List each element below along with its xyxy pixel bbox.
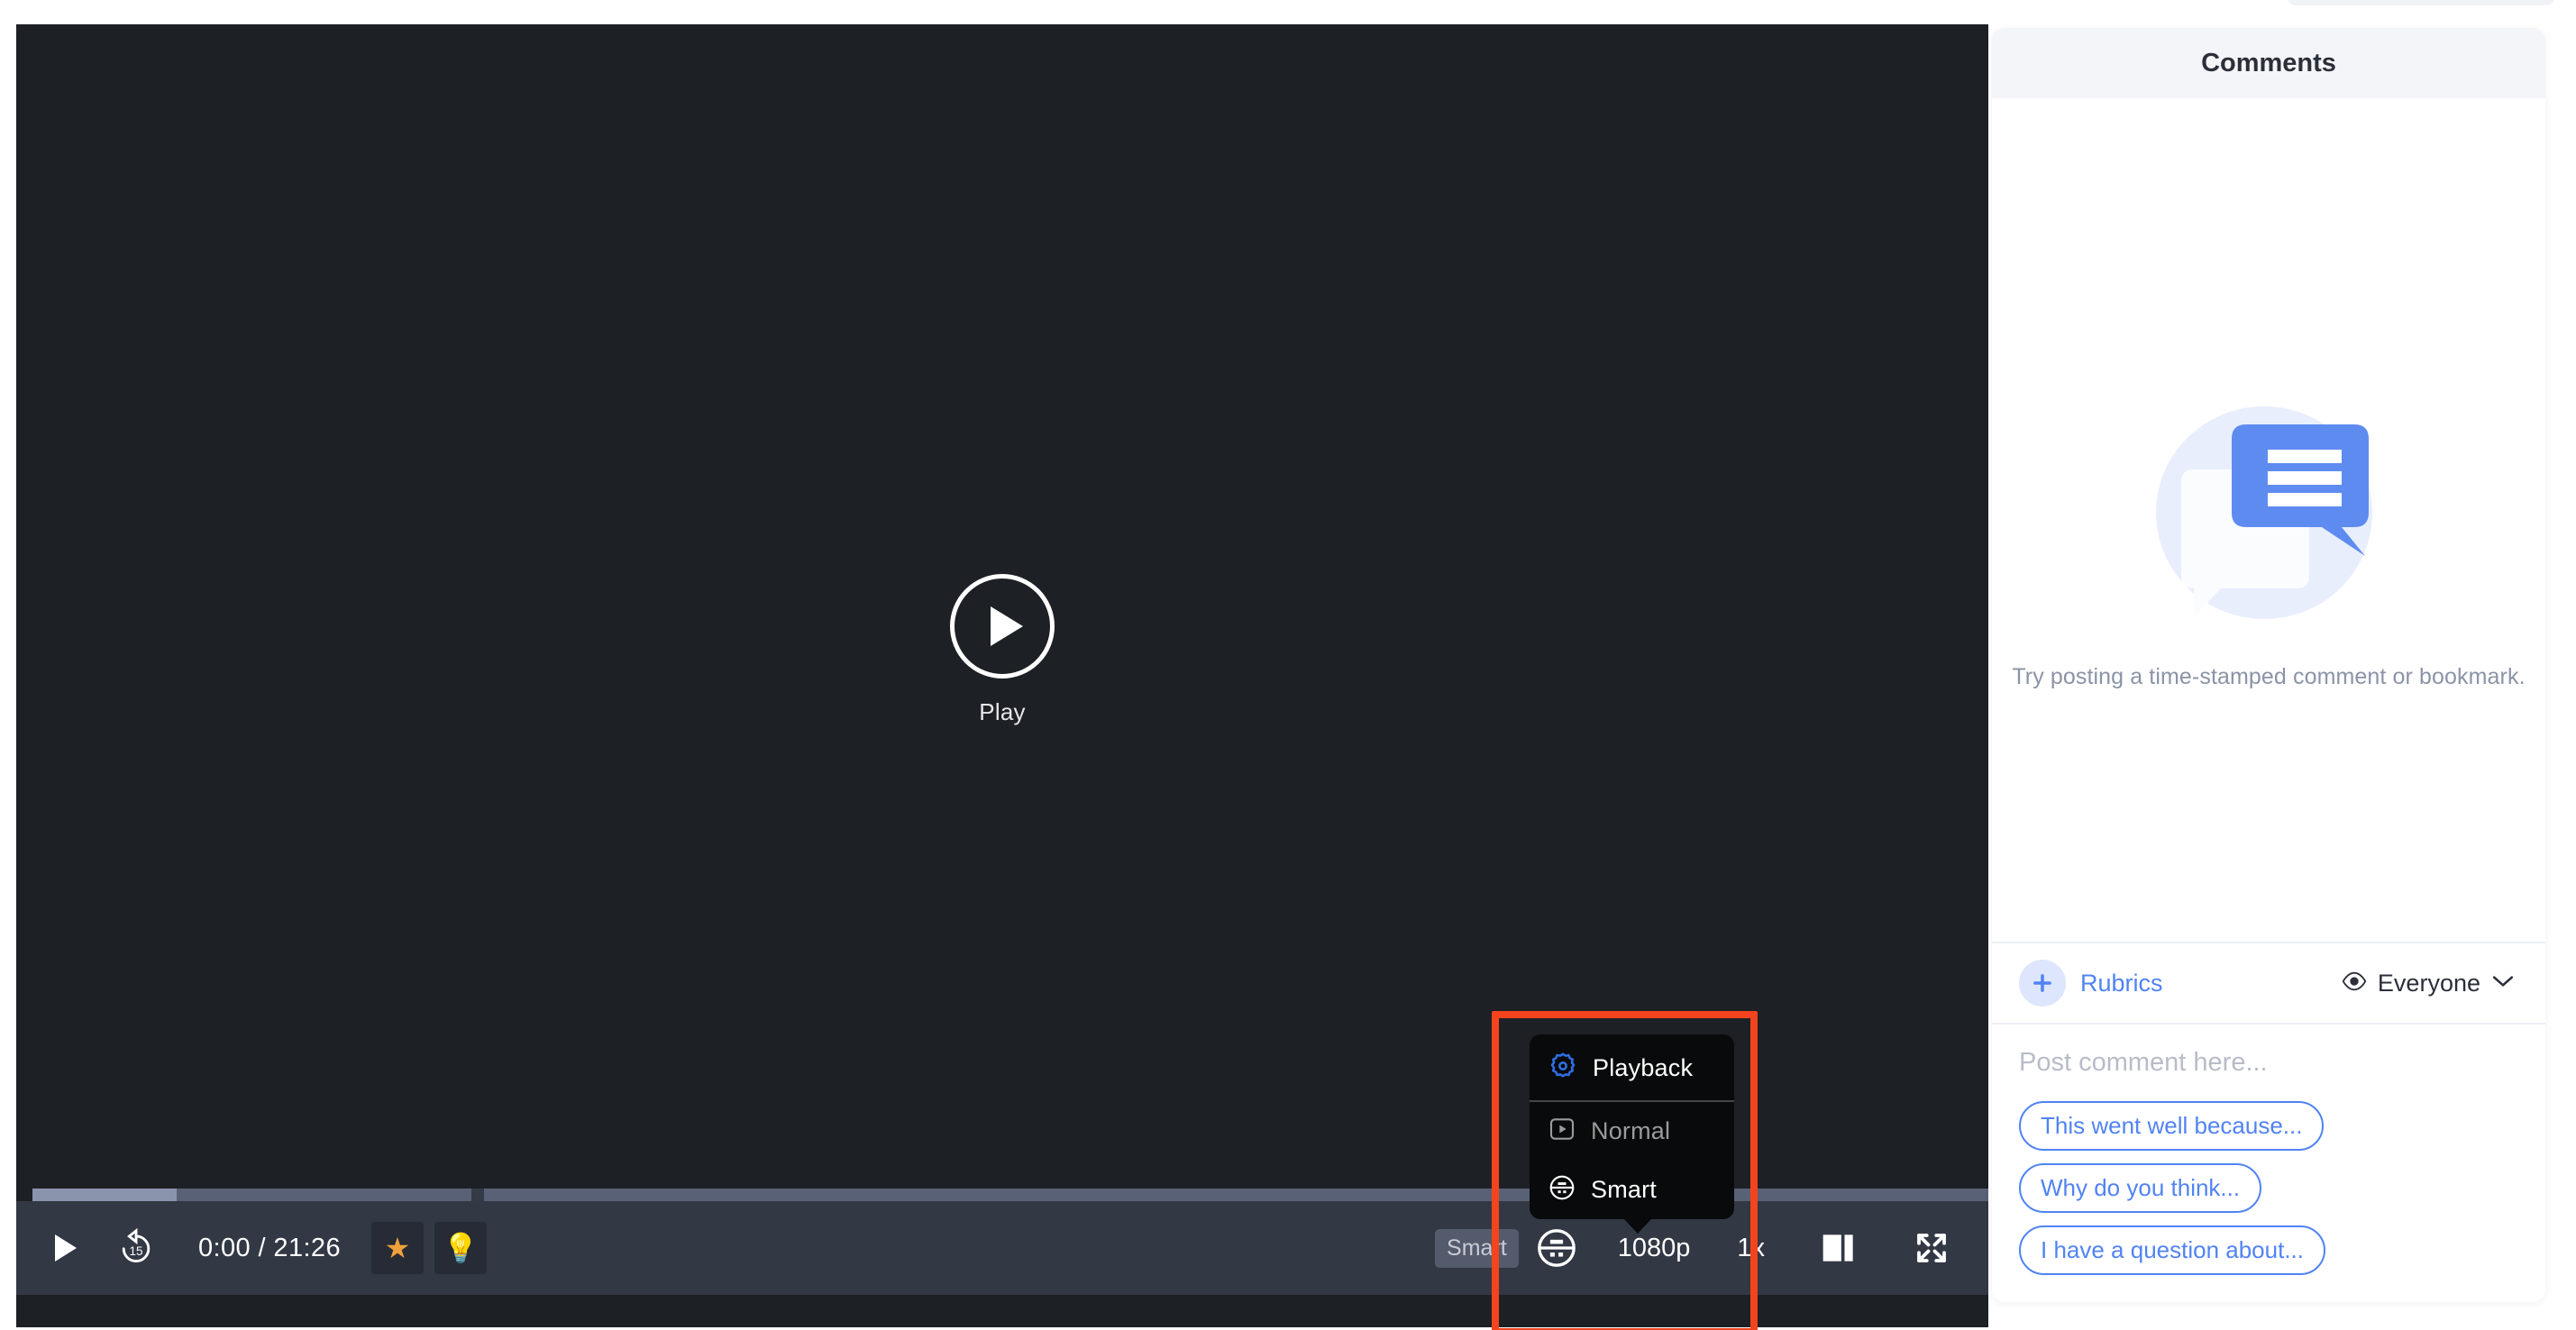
comment-placeholder: Post comment here... <box>2019 1048 2268 1077</box>
smart-mode-badge: Smart <box>1435 1228 1519 1268</box>
suggestion-chip-1[interactable]: This went well because... <box>2019 1101 2325 1151</box>
smart-playback-icon[interactable] <box>1531 1223 1582 1273</box>
plus-icon <box>2019 960 2066 1007</box>
svg-text:15: 15 <box>130 1244 143 1258</box>
comment-input-area[interactable]: Post comment here... <box>1992 1025 2545 1087</box>
star-emoji-button[interactable]: ★ <box>371 1222 424 1274</box>
playback-menu-header: Playback <box>1530 1034 1734 1102</box>
center-play-label: Play <box>979 698 1026 725</box>
add-rubrics-button[interactable]: Rubrics <box>2019 960 2163 1007</box>
top-panel-stub <box>2286 0 2556 5</box>
smart-playback-icon <box>1548 1173 1576 1207</box>
comments-empty-state: Try posting a time-stamped comment or bo… <box>1992 98 2545 942</box>
rubrics-row: Rubrics Everyone <box>1992 943 2545 1025</box>
playback-menu-arrow <box>1623 1218 1652 1234</box>
playback-speed-button[interactable]: 1x <box>1737 1234 1765 1263</box>
suggestion-chips: This went well because... Why do you thi… <box>1992 1087 2545 1302</box>
playback-menu-item-smart[interactable]: Smart <box>1530 1161 1734 1219</box>
playback-settings-menu[interactable]: Playback Normal Smart <box>1530 1034 1734 1234</box>
eye-icon <box>2342 971 2367 996</box>
visibility-selector[interactable]: Everyone <box>2342 970 2515 998</box>
theater-mode-icon[interactable] <box>1815 1224 1864 1272</box>
fullscreen-icon[interactable] <box>1907 1224 1956 1272</box>
progress-buffer <box>32 1189 177 1201</box>
chevron-down-icon <box>2491 974 2515 993</box>
empty-state-text: Try posting a time-stamped comment or bo… <box>2012 664 2526 689</box>
suggestion-chip-2[interactable]: Why do you think... <box>2019 1163 2262 1213</box>
rewind-15-icon[interactable]: 15 <box>110 1222 162 1274</box>
resolution-button[interactable]: 1080p <box>1618 1234 1691 1263</box>
rubrics-label: Rubrics <box>2080 969 2163 997</box>
playback-menu-item-normal[interactable]: Normal <box>1530 1102 1734 1161</box>
gear-icon <box>1548 1051 1578 1086</box>
play-button[interactable] <box>40 1222 92 1274</box>
page-title: Comments <box>2201 48 2336 77</box>
lightbulb-icon: 💡 <box>443 1232 479 1264</box>
progress-chapter-gap <box>471 1189 484 1201</box>
playback-menu-title: Playback <box>1593 1054 1694 1081</box>
play-icon <box>950 574 1055 679</box>
center-play-button[interactable]: Play <box>950 574 1055 726</box>
comments-panel: Comments Try posting a time-stamped comm… <box>1992 28 2545 1302</box>
comments-footer: Rubrics Everyone Post comment here... Th… <box>1992 942 2545 1302</box>
comments-header: Comments <box>1992 28 2545 98</box>
normal-playback-icon <box>1548 1115 1576 1148</box>
playback-menu-label-normal: Normal <box>1591 1117 1671 1144</box>
star-icon: ★ <box>384 1232 411 1264</box>
app-root: Play 15 0:00 / 21:26 ★ 💡 Smart 1080p 1x … <box>0 0 2576 1330</box>
lightbulb-emoji-button[interactable]: 💡 <box>434 1222 487 1274</box>
time-display: 0:00 / 21:26 <box>198 1233 341 1262</box>
playback-menu-label-smart: Smart <box>1591 1176 1658 1203</box>
visibility-label: Everyone <box>2377 969 2480 997</box>
suggestion-chip-3[interactable]: I have a question about... <box>2019 1225 2325 1275</box>
comment-bubbles-illustration <box>2120 396 2417 639</box>
